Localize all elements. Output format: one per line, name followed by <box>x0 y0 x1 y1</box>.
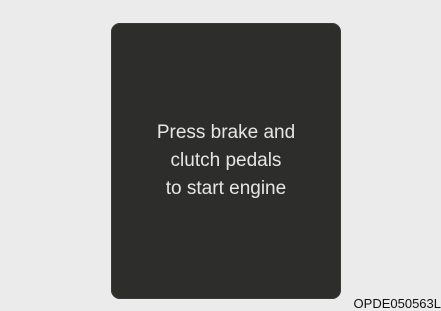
warning-message-line-3: to start engine <box>165 178 287 199</box>
figure-code-label: OPDE050563L <box>353 296 441 311</box>
warning-message-line-2: clutch pedals <box>170 150 282 171</box>
illustration-canvas: Press brake and clutch pedals to start e… <box>0 0 441 311</box>
instrument-cluster-display: Press brake and clutch pedals to start e… <box>111 23 341 299</box>
warning-message: Press brake and clutch pedals to start e… <box>157 119 295 203</box>
warning-message-line-1: Press brake and <box>156 122 296 143</box>
